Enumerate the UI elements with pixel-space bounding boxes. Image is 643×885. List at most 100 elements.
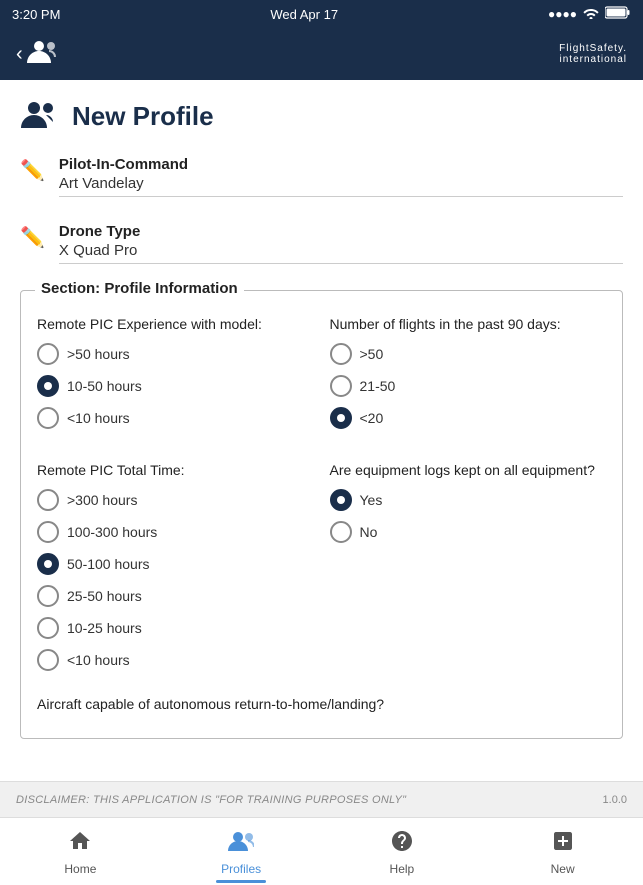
equipment-logs-label: Are equipment logs kept on all equipment… — [330, 461, 607, 479]
new-indicator — [538, 880, 588, 883]
help-icon — [390, 829, 414, 860]
home-label: Home — [64, 862, 96, 876]
disclaimer-text: DISCLAIMER: THIS APPLICATION IS "FOR TRA… — [16, 794, 406, 806]
total-lt10-radio[interactable] — [37, 649, 59, 671]
nav-profiles[interactable]: Profiles — [161, 818, 322, 885]
profile-grid-bottom: Remote PIC Total Time: >300 hours 100-30… — [37, 453, 606, 681]
main-content: New Profile ✏️ Pilot-In-Command Art Vand… — [0, 80, 643, 781]
exp-10-50-option[interactable]: 10-50 hours — [37, 375, 314, 397]
total-50-100-label: 50-100 hours — [67, 556, 150, 572]
total-100-300-radio[interactable] — [37, 521, 59, 543]
total-time-label: Remote PIC Total Time: — [37, 461, 314, 479]
new-icon — [551, 829, 575, 860]
signal-icon: ●●●● — [548, 7, 577, 21]
help-label: Help — [390, 862, 415, 876]
profiles-indicator — [216, 880, 266, 883]
nav-home[interactable]: Home — [0, 818, 161, 885]
flights-21-50-radio[interactable] — [330, 375, 352, 397]
profile-grid-top: Remote PIC Experience with model: >50 ho… — [37, 307, 606, 439]
status-bar: 3:20 PM Wed Apr 17 ●●●● — [0, 0, 643, 28]
exp-10-50-label: 10-50 hours — [67, 378, 142, 394]
total-lt10-label: <10 hours — [67, 652, 130, 668]
drone-field-section: ✏️ Drone Type X Quad Pro — [20, 223, 623, 272]
pic-experience-label: Remote PIC Experience with model: — [37, 315, 314, 333]
total-10-25-radio[interactable] — [37, 617, 59, 639]
flights-gt50-label: >50 — [360, 346, 384, 362]
total-100-300-label: 100-300 hours — [67, 524, 157, 540]
drone-field-value: X Quad Pro — [59, 242, 623, 259]
page-title-row: New Profile — [20, 96, 623, 136]
wifi-icon — [583, 7, 599, 22]
nav-help[interactable]: Help — [322, 818, 483, 885]
pic-experience-col: Remote PIC Experience with model: >50 ho… — [37, 307, 314, 439]
pilot-field-section: ✏️ Pilot-In-Command Art Vandelay — [20, 156, 623, 205]
total-10-25-option[interactable]: 10-25 hours — [37, 617, 314, 639]
flights-col: Number of flights in the past 90 days: >… — [330, 307, 607, 439]
page-title: New Profile — [72, 101, 214, 132]
flights-lt20-radio[interactable] — [330, 407, 352, 429]
status-indicators: ●●●● — [548, 6, 631, 22]
total-25-50-option[interactable]: 25-50 hours — [37, 585, 314, 607]
exp-10-50-radio[interactable] — [37, 375, 59, 397]
flights-21-50-option[interactable]: 21-50 — [330, 375, 607, 397]
exp-gt50-option[interactable]: >50 hours — [37, 343, 314, 365]
total-lt10-option[interactable]: <10 hours — [37, 649, 314, 671]
bottom-nav: Home Profiles Help New — [0, 817, 643, 885]
flights-lt20-label: <20 — [360, 410, 384, 426]
logs-yes-option[interactable]: Yes — [330, 489, 607, 511]
total-50-100-radio[interactable] — [37, 553, 59, 575]
logs-no-radio[interactable] — [330, 521, 352, 543]
nav-new[interactable]: New — [482, 818, 643, 885]
logs-yes-radio[interactable] — [330, 489, 352, 511]
back-arrow-icon: ‹ — [16, 43, 23, 66]
total-100-300-option[interactable]: 100-300 hours — [37, 521, 314, 543]
exp-lt10-radio[interactable] — [37, 407, 59, 429]
pilot-field-content: Pilot-In-Command Art Vandelay — [59, 156, 623, 197]
nav-bar: ‹ FlightSafety. international — [0, 28, 643, 80]
drone-underline — [59, 263, 623, 264]
drone-field-content: Drone Type X Quad Pro — [59, 223, 623, 264]
flights-gt50-option[interactable]: >50 — [330, 343, 607, 365]
logs-yes-label: Yes — [360, 492, 383, 508]
users-icon — [27, 37, 61, 71]
total-time-col: Remote PIC Total Time: >300 hours 100-30… — [37, 453, 314, 681]
pilot-field-row: ✏️ Pilot-In-Command Art Vandelay — [20, 156, 623, 205]
status-date: Wed Apr 17 — [270, 7, 338, 22]
home-icon — [68, 829, 92, 860]
total-gt300-label: >300 hours — [67, 492, 137, 508]
new-profile-icon — [20, 96, 60, 136]
exp-lt10-option[interactable]: <10 hours — [37, 407, 314, 429]
drone-edit-icon[interactable]: ✏️ — [20, 225, 45, 250]
total-gt300-radio[interactable] — [37, 489, 59, 511]
status-time: 3:20 PM — [12, 7, 60, 22]
total-25-50-radio[interactable] — [37, 585, 59, 607]
autonomous-label: Aircraft capable of autonomous return-to… — [37, 695, 606, 713]
pilot-underline — [59, 196, 623, 197]
exp-gt50-radio[interactable] — [37, 343, 59, 365]
equipment-logs-col: Are equipment logs kept on all equipment… — [330, 453, 607, 681]
profile-info-section: Section: Profile Information Remote PIC … — [20, 290, 623, 739]
total-25-50-label: 25-50 hours — [67, 588, 142, 604]
profiles-icon — [228, 829, 254, 860]
flights-label: Number of flights in the past 90 days: — [330, 315, 607, 333]
battery-icon — [605, 6, 631, 22]
total-10-25-label: 10-25 hours — [67, 620, 142, 636]
total-50-100-option[interactable]: 50-100 hours — [37, 553, 314, 575]
autonomous-section: Aircraft capable of autonomous return-to… — [37, 695, 606, 727]
back-button[interactable]: ‹ — [16, 37, 61, 71]
logs-no-option[interactable]: No — [330, 521, 607, 543]
profile-section-title: Section: Profile Information — [35, 280, 244, 297]
flights-lt20-option[interactable]: <20 — [330, 407, 607, 429]
exp-lt10-label: <10 hours — [67, 410, 130, 426]
help-indicator — [377, 880, 427, 883]
exp-gt50-label: >50 hours — [67, 346, 130, 362]
pilot-field-value: Art Vandelay — [59, 175, 623, 192]
total-gt300-option[interactable]: >300 hours — [37, 489, 314, 511]
new-label: New — [551, 862, 575, 876]
version-label: 1.0.0 — [603, 794, 627, 806]
logs-no-label: No — [360, 524, 378, 540]
flights-gt50-radio[interactable] — [330, 343, 352, 365]
drone-field-row: ✏️ Drone Type X Quad Pro — [20, 223, 623, 272]
pilot-edit-icon[interactable]: ✏️ — [20, 158, 45, 183]
drone-field-label: Drone Type — [59, 223, 623, 240]
